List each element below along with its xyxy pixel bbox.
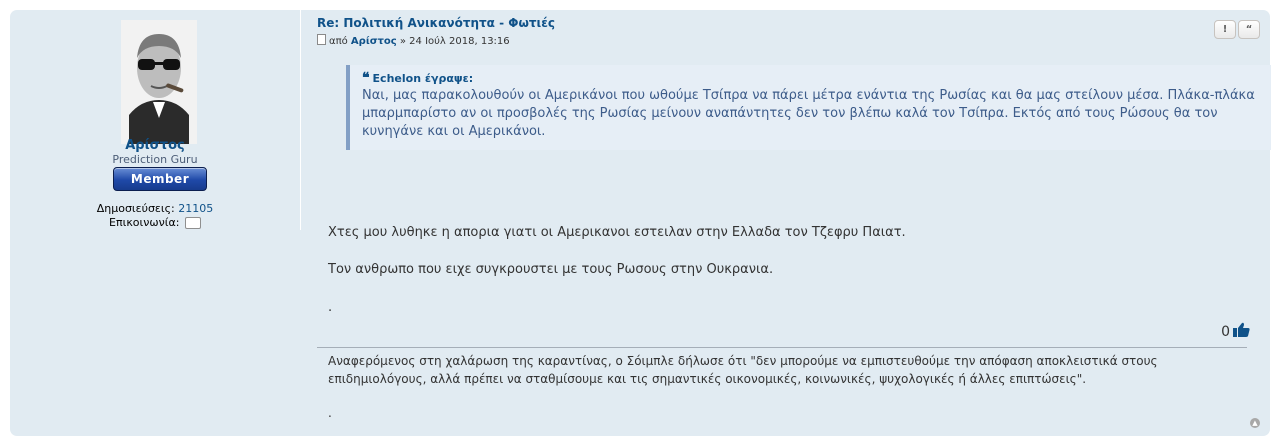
post-author-link[interactable]: Αρίστος xyxy=(351,36,397,47)
quote-cite: ❝ Echelon έγραψε: xyxy=(362,70,1261,87)
like-counter: 0 xyxy=(1221,322,1250,341)
rank-badge: Member xyxy=(113,167,207,191)
post-paragraph-1: Χτες μου λυθηκε η απορια γιατι οι Αμερικ… xyxy=(328,225,906,240)
post-profile: Αρίστος Prediction Guru Member Δημοσιεύσ… xyxy=(10,10,301,230)
contact-stat: Επικοινωνία: xyxy=(10,216,300,229)
report-button[interactable]: ! xyxy=(1214,20,1236,39)
post-icon[interactable] xyxy=(317,34,326,45)
post-paragraph-3: . xyxy=(328,300,333,315)
avatar-image xyxy=(121,20,197,144)
quote-button[interactable]: “ xyxy=(1238,20,1260,39)
contact-label: Επικοινωνία: xyxy=(109,216,180,229)
posts-stat: Δημοσιεύσεις: 21105 xyxy=(10,202,300,215)
post-paragraph-2: Τον ανθρωπο που ειχε συγκρουστει με τους… xyxy=(328,262,774,277)
meta-by: από xyxy=(329,36,348,47)
like-count: 0 xyxy=(1221,324,1230,340)
contact-icon[interactable] xyxy=(184,217,201,229)
avatar[interactable] xyxy=(121,20,197,144)
rank-title: Prediction Guru xyxy=(112,153,198,166)
quote-text: Ναι, μας παρακολουθούν οι Αμερικάνοι που… xyxy=(362,88,1255,139)
signature-dot: . xyxy=(328,406,332,420)
thumbs-up-icon[interactable] xyxy=(1233,322,1250,341)
back-to-top-icon[interactable]: ▲ xyxy=(1250,418,1260,428)
quote-block: ❝ Echelon έγραψε: Ναι, μας παρακολουθούν … xyxy=(346,65,1271,150)
username[interactable]: Αρίστος xyxy=(10,138,300,153)
posts-label: Δημοσιεύσεις: xyxy=(96,202,175,215)
post-title[interactable]: Re: Πολιτική Ανικανότητα - Φωτιές xyxy=(317,16,555,30)
post-container: Αρίστος Prediction Guru Member Δημοσιεύσ… xyxy=(10,10,1271,436)
post-body: Re: Πολιτική Ανικανότητα - Φωτιές από Αρ… xyxy=(317,10,1271,436)
post-meta: από Αρίστος » 24 Ιούλ 2018, 13:16 xyxy=(317,34,510,47)
quote-mark-icon: ❝ xyxy=(362,70,370,86)
signature-divider xyxy=(317,347,1247,348)
quote-cite-text: Echelon έγραψε: xyxy=(372,72,474,85)
signature: Αναφερόμενος στη χαλάρωση της καραντίνας… xyxy=(328,354,1158,386)
post-date: » 24 Ιούλ 2018, 13:16 xyxy=(399,36,510,47)
posts-count-link[interactable]: 21105 xyxy=(178,202,213,215)
